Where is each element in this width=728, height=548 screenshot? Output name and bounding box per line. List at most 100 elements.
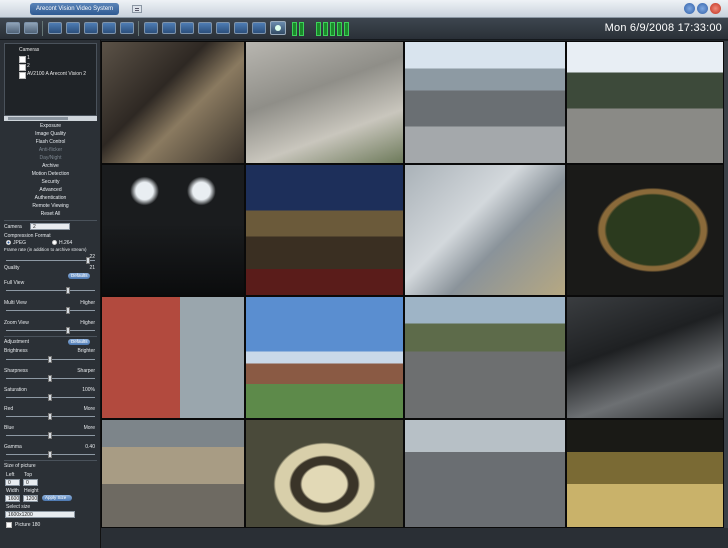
width-input[interactable]: 1600 (5, 495, 20, 502)
layout-3x3-icon[interactable] (102, 22, 116, 34)
blue-more: More (83, 425, 95, 431)
frame-rate-slider[interactable] (6, 257, 95, 264)
red-more: More (83, 406, 95, 412)
gamma-value: 0.40 (85, 444, 95, 450)
gamma-slider[interactable] (6, 451, 95, 458)
camera-feed-16[interactable] (566, 419, 724, 528)
slider-knob[interactable] (48, 356, 52, 363)
menu-anti-flicker[interactable]: Anti-flicker (0, 147, 101, 153)
camera-feed-15[interactable] (404, 419, 566, 528)
signal-meter-icon (344, 22, 349, 36)
brightness-slider[interactable] (6, 356, 95, 363)
blue-slider[interactable] (6, 432, 95, 439)
camera-feed-10[interactable] (245, 296, 404, 419)
jpeg-radio[interactable] (6, 240, 11, 245)
control-panel: Cameras 1 2 AV2100 A Arecont Vision 2 Ex… (0, 40, 101, 548)
saturation-slider[interactable] (6, 394, 95, 401)
camera-feed-11[interactable] (404, 296, 566, 419)
view-2-icon[interactable] (162, 22, 176, 34)
h264-radio[interactable] (52, 240, 57, 245)
camera-feed-9[interactable] (101, 296, 245, 419)
view-5-icon[interactable] (216, 22, 230, 34)
menu-reset-all[interactable]: Reset All (0, 211, 101, 217)
maximize-icon[interactable] (697, 3, 708, 14)
multi-view-higher: Higher (80, 300, 95, 306)
slider-knob[interactable] (66, 287, 70, 294)
app-title: Arecont Vision Video System (30, 3, 120, 15)
sharper-label: Sharper (77, 368, 95, 374)
top-input[interactable]: 0 (23, 479, 38, 486)
layout-1x1-icon[interactable] (48, 22, 62, 34)
view-1-icon[interactable] (144, 22, 158, 34)
menu-image-quality[interactable]: Image Quality (0, 131, 101, 137)
camera-feed-2[interactable] (245, 41, 404, 164)
divider (4, 220, 97, 221)
camera-feed-4[interactable] (566, 41, 724, 164)
layout-4x4-icon[interactable] (120, 22, 134, 34)
camera-feed-3[interactable] (404, 41, 566, 164)
slider-knob[interactable] (48, 413, 52, 420)
left-input[interactable]: 0 (5, 479, 20, 486)
sharpness-label: Sharpness (4, 368, 28, 374)
sharpness-slider[interactable] (6, 375, 95, 382)
menu-day-night[interactable]: Day/Night (0, 155, 101, 161)
camera-feed-12[interactable] (566, 296, 724, 419)
slider-knob[interactable] (48, 451, 52, 458)
snapshot-camera-icon[interactable] (270, 21, 286, 35)
slider-knob[interactable] (48, 394, 52, 401)
zoom-view-label: Zoom View (4, 320, 29, 326)
slider-knob[interactable] (48, 432, 52, 439)
layout-2x1-icon[interactable] (66, 22, 80, 34)
menu-authentication[interactable]: Authentication (0, 195, 101, 201)
menu-remote-viewing[interactable]: Remote Viewing (0, 203, 101, 209)
tree-node-2[interactable]: 2 (19, 63, 30, 71)
frame-rate-label: Frame rate (in addition to archive strea… (4, 247, 87, 252)
picture-180-checkbox[interactable] (6, 522, 12, 528)
full-view-slider[interactable] (6, 287, 95, 294)
layout-2x2-icon[interactable] (84, 22, 98, 34)
slider-knob[interactable] (48, 375, 52, 382)
apply-size-label: Apply Size (45, 495, 67, 500)
multi-view-slider[interactable] (6, 307, 95, 314)
camera-feed-14[interactable] (245, 419, 404, 528)
close-icon[interactable] (710, 3, 721, 14)
height-input[interactable]: 1200 (23, 495, 38, 502)
menu-archive[interactable]: Archive (0, 163, 101, 169)
menu-flash-control[interactable]: Flash Control (0, 139, 101, 145)
select-size-dropdown[interactable]: 1600x1200 (5, 511, 75, 518)
view-3-icon[interactable] (180, 22, 194, 34)
menu-icon[interactable] (132, 5, 142, 13)
slider-knob[interactable] (66, 307, 70, 314)
camera-feed-5[interactable] (101, 164, 245, 296)
zoom-view-higher: Higher (80, 320, 95, 326)
brightness-label: Brightness (4, 348, 28, 354)
camera-feed-7[interactable] (404, 164, 566, 296)
tree-node-1[interactable]: 1 (19, 55, 30, 63)
clock: Mon 6/9/2008 17:33:00 (604, 22, 722, 34)
cameras-icon[interactable] (24, 22, 38, 34)
camera-select[interactable]: 2 (30, 223, 70, 230)
menu-security[interactable]: Security (0, 179, 101, 185)
menu-exposure[interactable]: Exposure (0, 123, 101, 129)
menu-motion-detection[interactable]: Motion Detection (0, 171, 101, 177)
view-4-icon[interactable] (198, 22, 212, 34)
camera-tree[interactable]: Cameras 1 2 AV2100 A Arecont Vision 2 (4, 43, 97, 116)
menu-advanced[interactable]: Advanced (0, 187, 101, 193)
slider-knob[interactable] (66, 327, 70, 334)
camera-feed-1[interactable] (101, 41, 245, 164)
zoom-view-slider[interactable] (6, 327, 95, 334)
network-icon[interactable] (6, 22, 20, 34)
tree-scrollbar[interactable] (4, 116, 97, 121)
tree-node-camera[interactable]: AV2100 A Arecont Vision 2 (18, 71, 86, 79)
brighter-label: Brighter (77, 348, 95, 354)
signal-meter-icon (292, 22, 297, 36)
tree-root-cameras[interactable]: Cameras (19, 47, 39, 53)
minimize-icon[interactable] (684, 3, 695, 14)
view-6-icon[interactable] (234, 22, 248, 34)
home-icon[interactable] (252, 22, 266, 34)
camera-feed-6[interactable] (245, 164, 404, 296)
red-slider[interactable] (6, 413, 95, 420)
signal-meter-icon (330, 22, 335, 36)
camera-feed-8[interactable] (566, 164, 724, 296)
camera-feed-13[interactable] (101, 419, 245, 528)
